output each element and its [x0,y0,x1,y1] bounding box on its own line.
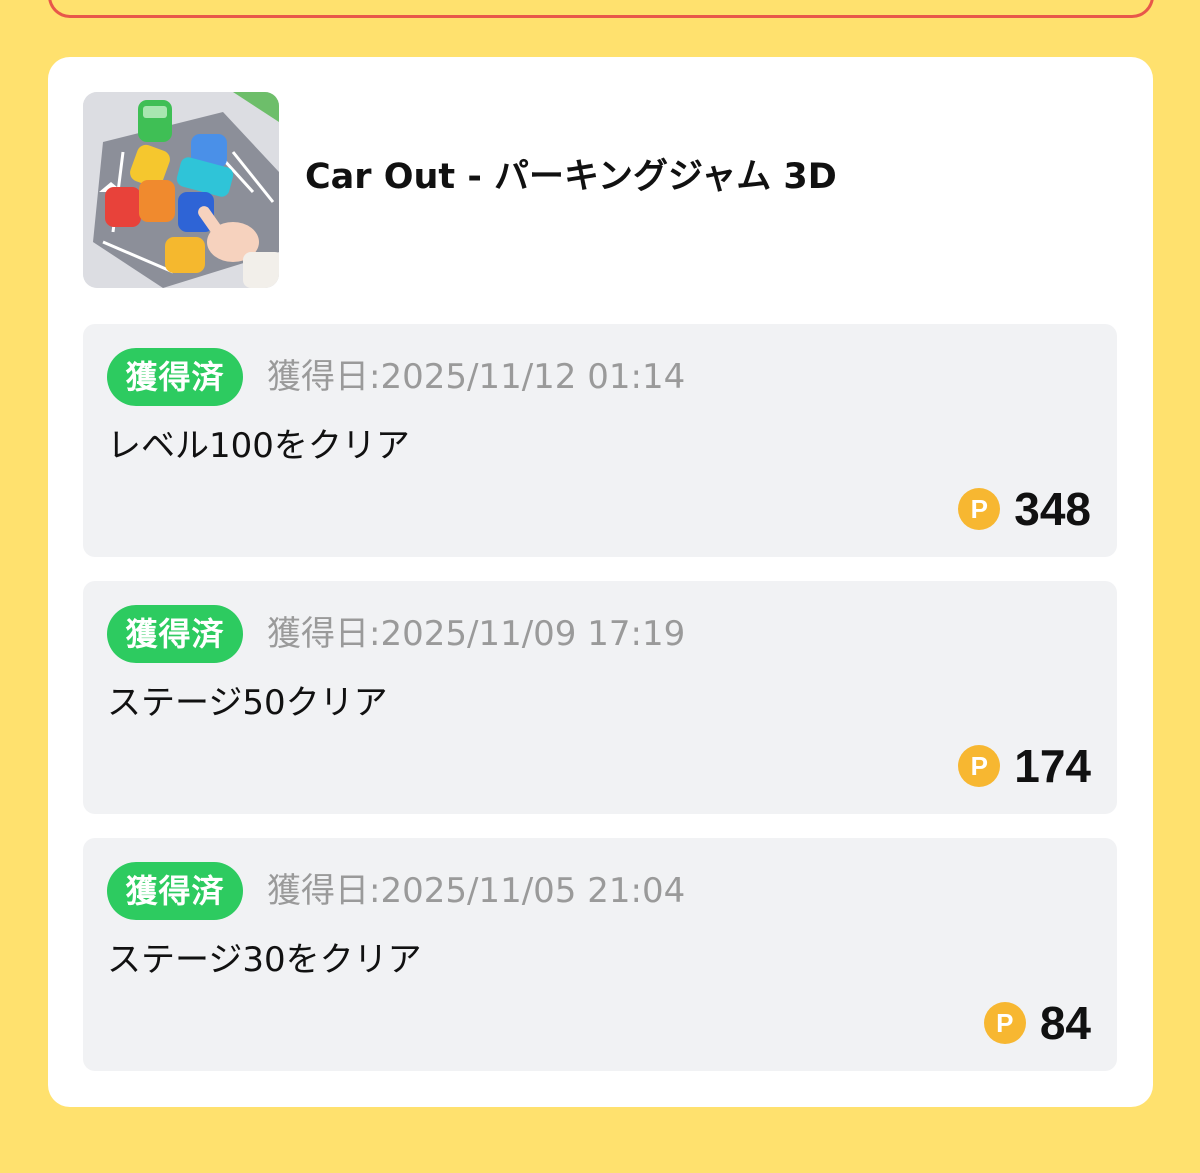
previous-card-edge [48,0,1154,18]
mission-label: レベル100をクリア [107,426,410,466]
reward-points: 84 [1039,997,1091,1049]
point-coin-icon: P [958,488,1001,530]
mission-label: ステージ50クリア [107,683,388,723]
achievement-item[interactable]: 獲得済 獲得日:2025/11/05 21:04 ステージ30をクリア P 84 [83,838,1117,1071]
app-icon [83,92,279,288]
point-coin-icon: P [958,745,1001,787]
status-badge: 獲得済 [107,862,243,920]
point-coin-icon: P [983,1002,1026,1044]
achievement-card: Car Out - パーキングジャム 3D 獲得済 獲得日:2025/11/12… [48,57,1153,1107]
reward: P 348 [958,481,1091,537]
earned-date: 獲得日:2025/11/12 01:14 [267,357,686,397]
achievement-item[interactable]: 獲得済 獲得日:2025/11/09 17:19 ステージ50クリア P 174 [83,581,1117,814]
earned-date: 獲得日:2025/11/09 17:19 [267,614,686,654]
status-badge: 獲得済 [107,348,243,406]
app-title: Car Out - パーキングジャム 3D [305,157,837,197]
earned-date: 獲得日:2025/11/05 21:04 [267,871,686,911]
reward: P 174 [958,738,1091,794]
mission-label: ステージ30をクリア [107,940,422,980]
reward-points: 174 [1014,740,1091,792]
status-badge: 獲得済 [107,605,243,663]
achievement-item[interactable]: 獲得済 獲得日:2025/11/12 01:14 レベル100をクリア P 34… [83,324,1117,557]
app-header[interactable]: Car Out - パーキングジャム 3D [83,92,1083,288]
car-out-app-icon [83,92,279,288]
reward-points: 348 [1014,483,1091,535]
reward: P 84 [983,995,1091,1051]
